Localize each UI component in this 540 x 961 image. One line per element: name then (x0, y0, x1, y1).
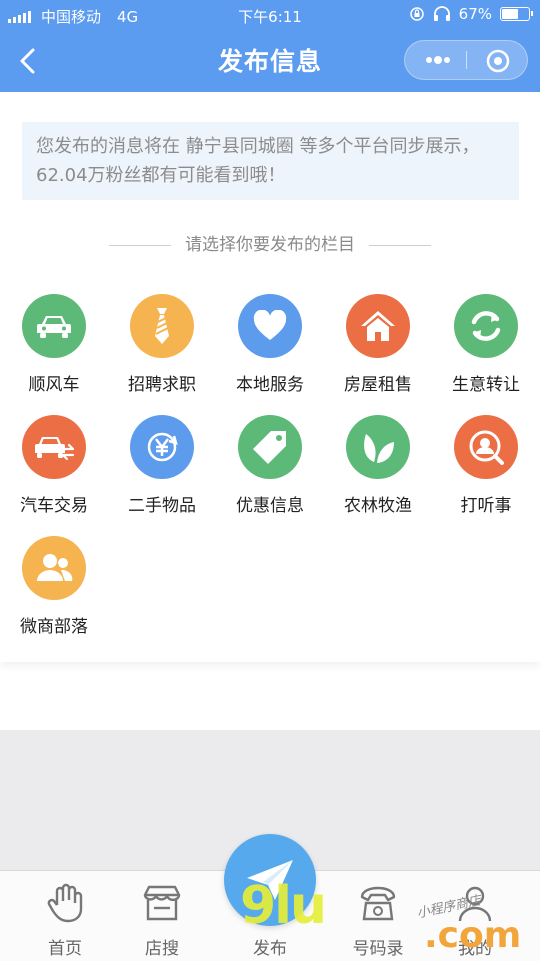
headphones-icon (433, 6, 450, 21)
tab-label: 首页 (48, 939, 82, 959)
heart-icon (238, 294, 302, 358)
category-label: 招聘求职 (128, 375, 196, 395)
mini-program-capsule (404, 40, 528, 80)
category-label: 农林牧渔 (344, 496, 412, 516)
person-search-icon (454, 415, 518, 479)
battery-percent: 67% (458, 5, 492, 23)
more-dots-icon[interactable] (423, 49, 453, 71)
tab-home[interactable]: 首页 (11, 883, 119, 959)
category-label: 汽车交易 (20, 496, 88, 516)
nav-bar: 发布信息 (0, 30, 540, 92)
watermark-domain: .com (424, 915, 522, 956)
category-jobs[interactable]: 招聘求职 (108, 294, 216, 395)
rotation-lock-icon (409, 7, 424, 21)
category-label: 二手物品 (128, 496, 196, 516)
notice-banner: 您发布的消息将在 静宁县同城圈 等多个平台同步展示，62.04万粉丝都有可能看到… (22, 122, 519, 200)
target-icon[interactable] (485, 48, 511, 74)
category-label: 打听事 (460, 496, 512, 516)
tie-icon (130, 294, 194, 358)
hand-icon (47, 883, 83, 923)
category-rideshare[interactable]: 顺风车 (0, 294, 108, 395)
tab-phonebook[interactable]: 号码录 (324, 883, 432, 959)
watermark-logo: 9lu (240, 876, 327, 936)
category-label: 微商部落 (20, 617, 88, 637)
status-right: 67% (409, 5, 533, 23)
category-label: 房屋租售 (344, 375, 412, 395)
content-area: 您发布的消息将在 静宁县同城圈 等多个平台同步展示，62.04万粉丝都有可能看到… (0, 92, 540, 730)
tab-shop-search[interactable]: 店搜 (108, 883, 216, 959)
capsule-divider (466, 51, 467, 69)
car-exchange-icon (22, 415, 86, 479)
tab-label: 号码录 (352, 939, 404, 959)
shop-icon (143, 885, 181, 921)
category-label: 顺风车 (28, 375, 80, 395)
car-icon (22, 294, 86, 358)
category-second-hand[interactable]: 二手物品 (108, 415, 216, 516)
category-local-service[interactable]: 本地服务 (216, 294, 324, 395)
category-housing[interactable]: 房屋租售 (324, 294, 432, 395)
category-discount[interactable]: 优惠信息 (216, 415, 324, 516)
leaf-icon (346, 415, 410, 479)
tab-label: 店搜 (145, 939, 179, 959)
category-car-trade[interactable]: 汽车交易 (0, 415, 108, 516)
category-grid: 顺风车 招聘求职 本地服务 房屋租售 生意转让 汽车交易 二手物品 优惠信息 农… (0, 270, 540, 662)
category-agriculture[interactable]: 农林牧渔 (324, 415, 432, 516)
section-divider-left (109, 244, 171, 246)
category-business-transfer[interactable]: 生意转让 (432, 294, 540, 395)
refresh-icon (454, 294, 518, 358)
category-inquiry[interactable]: 打听事 (432, 415, 540, 516)
category-label: 生意转让 (452, 375, 520, 395)
tag-icon (238, 415, 302, 479)
yen-cycle-icon (130, 415, 194, 479)
section-divider-right (369, 244, 431, 246)
status-bar: 中国移动 4G 下午6:11 67% (0, 0, 540, 30)
section-title: 请选择你要发布的栏目 (0, 230, 540, 255)
category-label: 优惠信息 (236, 496, 304, 516)
section-title-text: 请选择你要发布的栏目 (185, 235, 355, 255)
phone-icon (360, 886, 396, 921)
group-icon (22, 536, 86, 600)
tab-publish-label: 发布 (253, 939, 287, 959)
category-wechat-merchants[interactable]: 微商部落 (0, 536, 108, 637)
battery-icon (500, 7, 533, 21)
house-icon (346, 294, 410, 358)
category-label: 本地服务 (236, 375, 304, 395)
